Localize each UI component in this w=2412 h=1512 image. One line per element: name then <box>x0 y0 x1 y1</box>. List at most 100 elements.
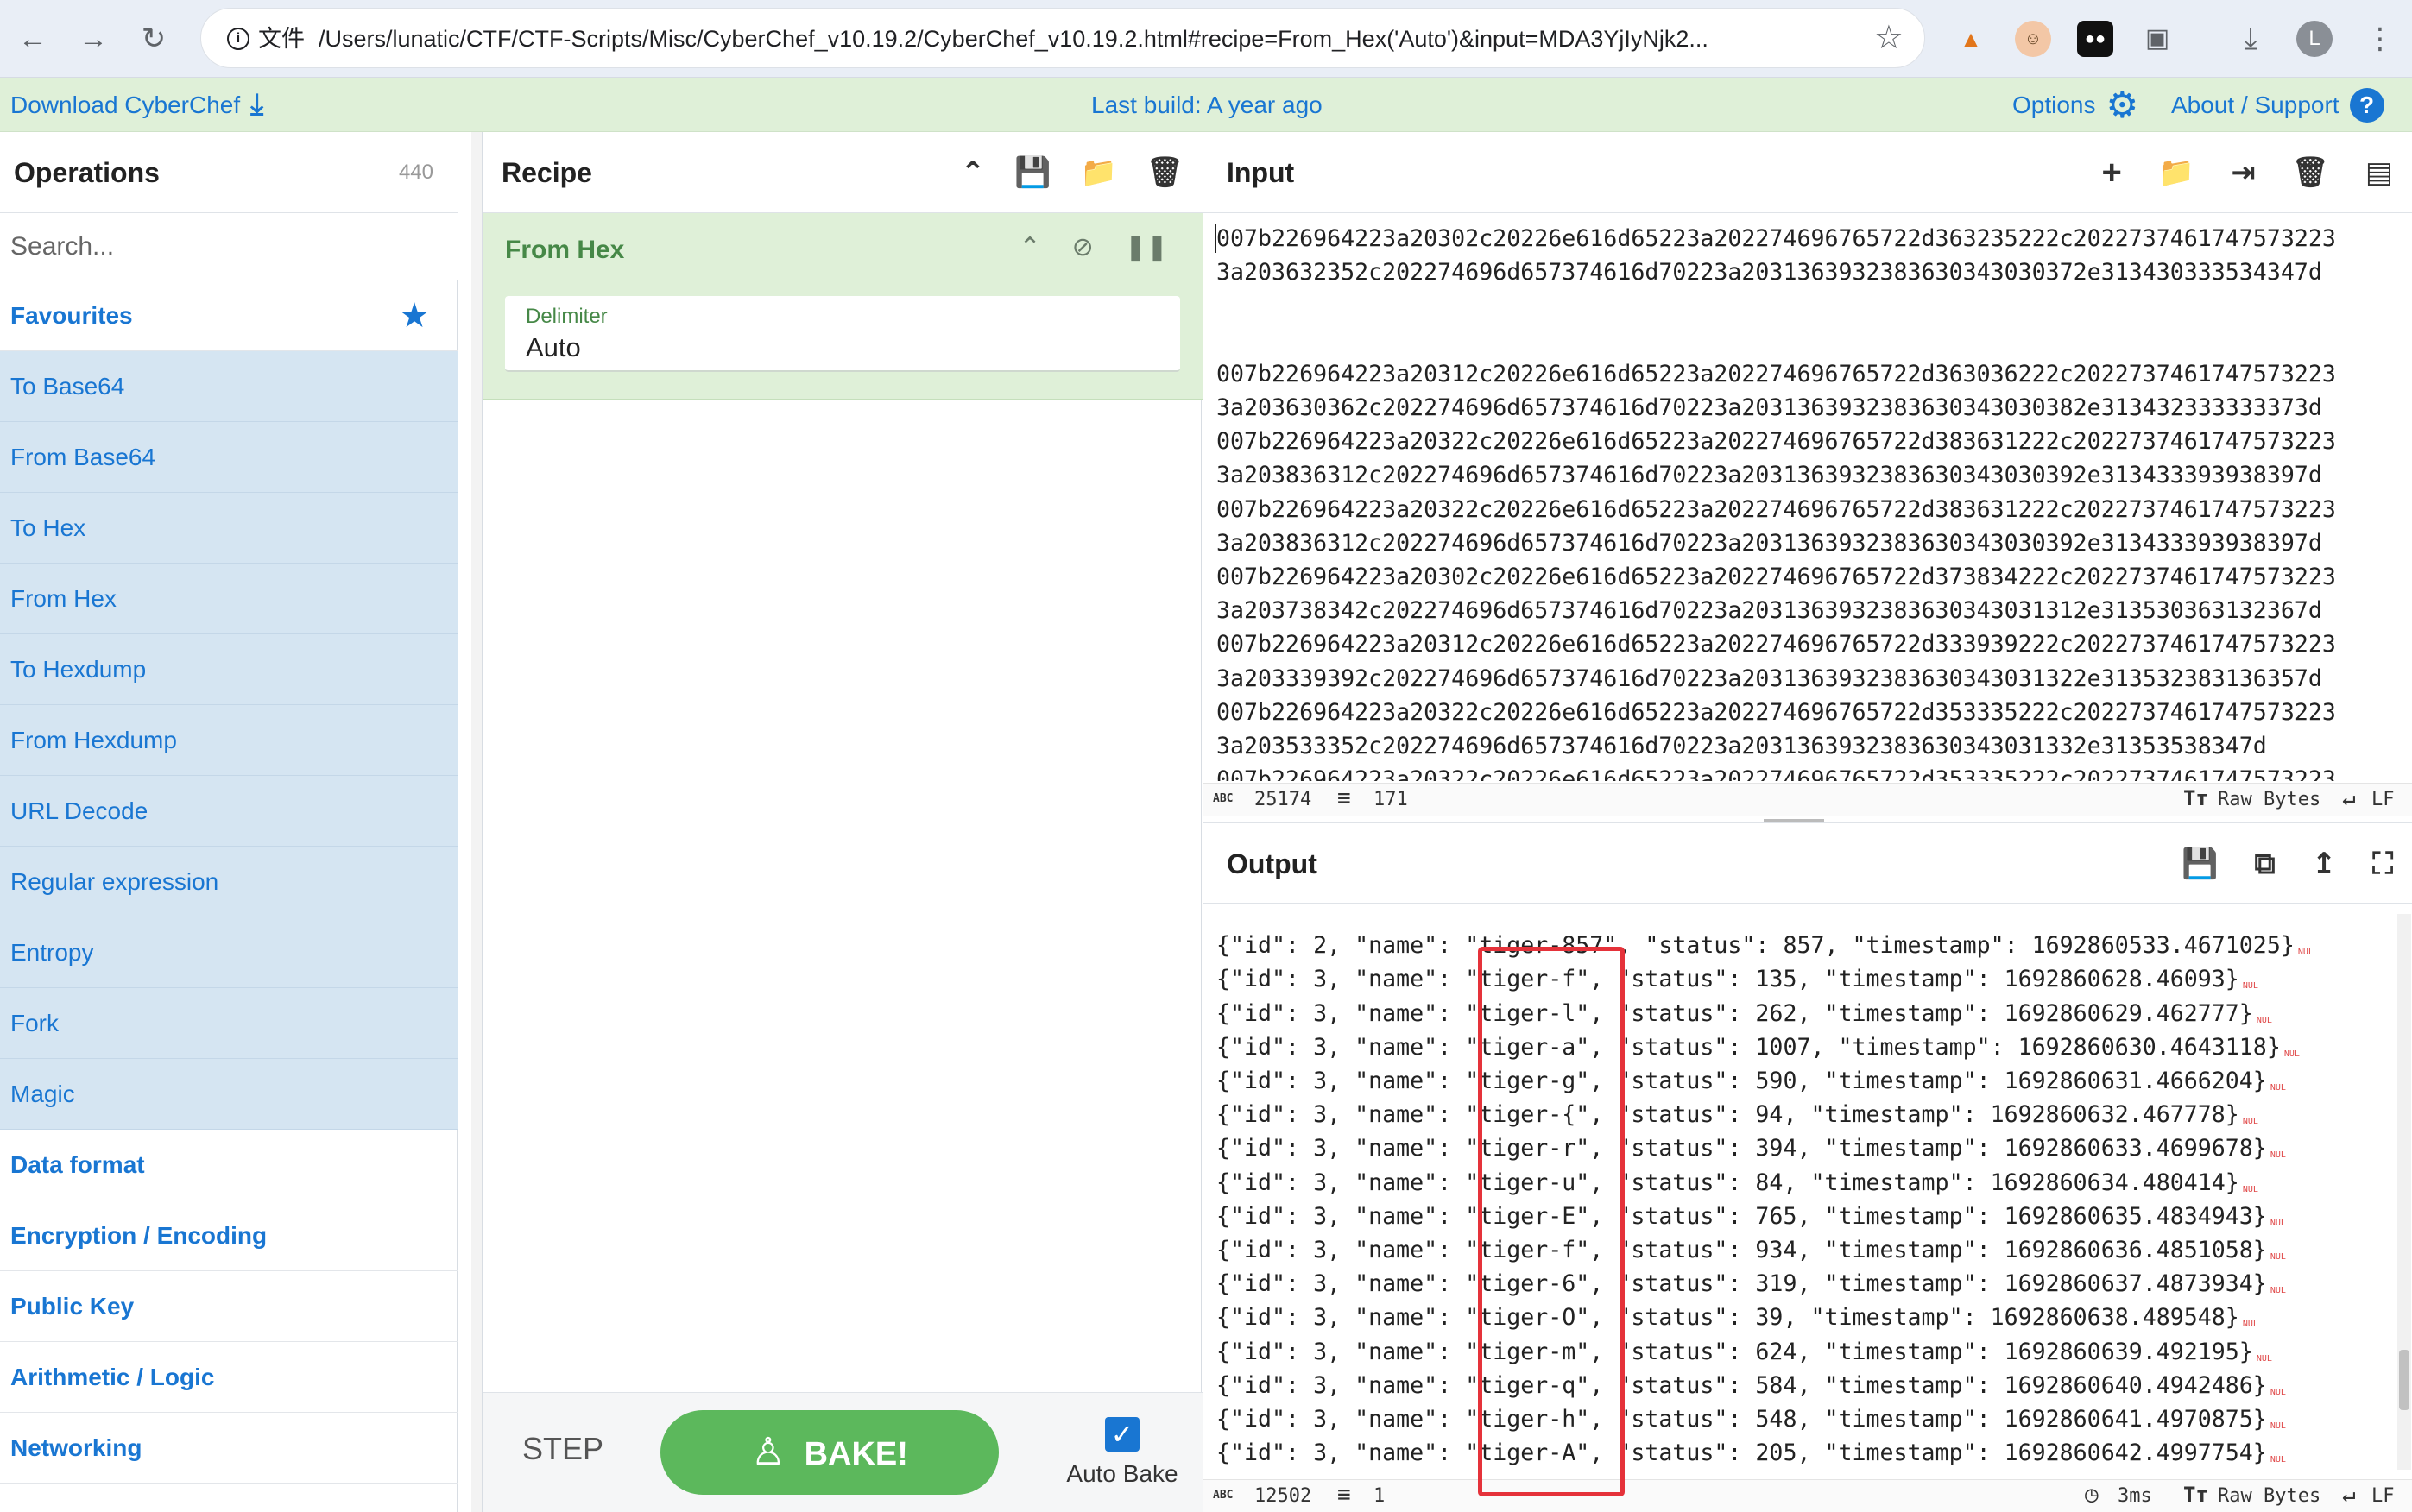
back-arrow-icon[interactable]: ← <box>9 15 57 63</box>
copy-icon[interactable]: ⧉ <box>2254 823 2275 904</box>
save-output-icon[interactable]: 💾 <box>2182 823 2218 904</box>
operation-item[interactable]: Regular expression <box>0 847 458 917</box>
input-line <box>1216 324 2399 357</box>
operation-item[interactable]: From Hex <box>0 564 458 634</box>
add-tab-icon[interactable]: + <box>2102 132 2122 213</box>
maximise-icon[interactable]: ⛶ <box>2372 823 2393 904</box>
category-public-key[interactable]: Public Key <box>0 1271 458 1342</box>
output-line: {"id": 3, "name": "tiger-h", "status": 5… <box>1216 1402 2390 1436</box>
url-text[interactable]: /Users/lunatic/CTF/CTF-Scripts/Misc/Cybe… <box>319 9 1872 69</box>
operation-item[interactable]: To Hexdump <box>0 634 458 705</box>
io-panel: Input + 📁 ⇥ 🗑 ▤ 007b226964223a20302c2022… <box>1203 132 2412 1512</box>
tampermonkey-extension-icon[interactable]: ●● <box>2077 21 2113 57</box>
disable-icon[interactable]: ⊘ <box>1072 232 1094 262</box>
input-encoding[interactable]: Raw Bytes <box>2218 789 2320 810</box>
output-eol[interactable]: LF <box>2371 1485 2395 1507</box>
category-networking[interactable]: Networking <box>0 1413 458 1484</box>
save-icon[interactable]: 💾 <box>1014 132 1051 213</box>
metamask-extension-icon[interactable]: ▲ <box>1953 21 1989 57</box>
operation-item[interactable]: From Hexdump <box>0 705 458 776</box>
operations-panel: Operations 440 Favourites ★ To Base64 Fr… <box>0 132 458 1512</box>
download-icon[interactable]: ⤓ <box>2232 21 2269 57</box>
delimiter-field[interactable]: Delimiter Auto <box>505 296 1180 372</box>
category-data-format[interactable]: Data format <box>0 1130 458 1200</box>
nul-marker: NUL <box>2283 1049 2300 1059</box>
operation-item[interactable]: From Base64 <box>0 422 458 493</box>
pause-icon[interactable]: ❚❚ <box>1125 232 1168 262</box>
operation-item[interactable]: Fork <box>0 988 458 1059</box>
about-support-button[interactable]: About / Support ? <box>2171 78 2384 132</box>
category-favourites[interactable]: Favourites ★ <box>0 280 458 351</box>
operation-item[interactable]: Entropy <box>0 917 458 988</box>
forward-arrow-icon[interactable]: → <box>69 15 117 63</box>
operation-item[interactable]: Magic <box>0 1059 458 1130</box>
input-line: 3a203630362c202274696d657374616d70223a20… <box>1216 394 2322 422</box>
output-lines: 1 <box>1373 1485 1386 1507</box>
step-button[interactable]: STEP <box>522 1431 603 1467</box>
download-cyberchef-link[interactable]: Download CyberChef ⤓ <box>10 78 263 132</box>
output-line: {"id": 3, "name": "tiger-O", "status": 3… <box>1216 1301 2390 1334</box>
output-header: Output 💾 ⧉ ↥ ⛶ <box>1203 822 2412 904</box>
output-encoding[interactable]: Raw Bytes <box>2218 1485 2320 1507</box>
output-line: {"id": 3, "name": "tiger-u", "status": 8… <box>1216 1166 2390 1200</box>
scrollbar-thumb[interactable] <box>2399 1350 2409 1410</box>
input-textarea[interactable]: 007b226964223a20302c20226e616d65223a2022… <box>1216 222 2399 781</box>
output-line-text: {"id": 3, "name": "tiger-f", "status": 9… <box>1216 1237 2267 1264</box>
nul-marker: NUL <box>2270 1387 2286 1397</box>
input-scrollbar[interactable] <box>2397 222 2411 781</box>
nul-marker: NUL <box>2242 1320 2258 1330</box>
layout-icon[interactable]: ▤ <box>2365 132 2393 213</box>
input-title: Input <box>1227 157 1295 188</box>
ops-recipe-splitter[interactable] <box>471 132 482 1512</box>
nul-marker: NUL <box>2242 981 2258 992</box>
delimiter-value[interactable]: Auto <box>526 332 581 363</box>
folder-icon[interactable]: 📁 <box>1080 132 1116 213</box>
bake-button[interactable]: ♙ BAKE! <box>660 1410 999 1495</box>
chevron-up-icon[interactable]: ⌃ <box>961 132 986 213</box>
help-icon: ? <box>2349 87 2384 123</box>
output-line-text: {"id": 3, "name": "tiger-g", "status": 5… <box>1216 1068 2267 1095</box>
output-line: {"id": 3, "name": "tiger-g", "status": 5… <box>1216 1064 2390 1098</box>
profile-avatar[interactable]: L <box>2296 21 2333 57</box>
recipe-operation-card[interactable]: From Hex ⌃ ⊘ ❚❚ Delimiter Auto <box>483 213 1203 400</box>
extensions-puzzle-icon[interactable]: ▣ <box>2139 21 2175 57</box>
operation-item[interactable]: To Hex <box>0 493 458 564</box>
search-input[interactable] <box>0 213 458 280</box>
bookmark-star-icon[interactable]: ☆ <box>1874 19 1904 57</box>
operations-search[interactable] <box>0 213 458 280</box>
output-line: {"id": 2, "name": "tiger-857", "status":… <box>1216 929 2390 962</box>
operation-item[interactable]: URL Decode <box>0 776 458 847</box>
text-encoding-icon: Tт <box>2183 786 2208 810</box>
output-scrollbar[interactable] <box>2397 914 2411 1470</box>
checkbox-checked-icon[interactable]: ✓ <box>1105 1417 1140 1452</box>
output-line: {"id": 3, "name": "tiger-a", "status": 1… <box>1216 1030 2390 1064</box>
site-info-chip[interactable]: i 文件 <box>220 21 320 57</box>
operations-title: Operations <box>14 157 160 188</box>
trash-icon[interactable]: 🗑 <box>2292 132 2329 213</box>
trash-icon[interactable]: 🗑 <box>1146 132 1184 213</box>
input-status-bar: ABC 25174 ≡ 171 Tт Raw Bytes ↵ LF <box>1203 783 2412 816</box>
options-button[interactable]: Options ⚙ <box>2012 78 2138 132</box>
about-support-label: About / Support <box>2171 91 2339 118</box>
replace-input-icon[interactable]: ↥ <box>2312 823 2337 904</box>
browser-menu-icon[interactable]: ⋮ <box>2365 19 2395 59</box>
output-title: Output <box>1227 848 1317 879</box>
reload-icon[interactable]: ↻ <box>129 15 178 63</box>
open-folder-icon[interactable]: 📁 <box>2158 132 2194 213</box>
star-icon: ★ <box>399 297 430 335</box>
open-file-icon[interactable]: ⇥ <box>2231 132 2256 213</box>
nul-marker: NUL <box>2242 1184 2258 1194</box>
output-textarea[interactable]: {"id": 2, "name": "tiger-857", "status":… <box>1216 914 2390 1470</box>
avatar-extension-icon[interactable]: ☺ <box>2015 21 2051 57</box>
category-arithmetic-logic[interactable]: Arithmetic / Logic <box>0 1342 458 1413</box>
download-cyberchef-label: Download CyberChef <box>10 91 241 118</box>
highlight-box <box>1478 947 1625 1496</box>
nul-marker: NUL <box>2270 1286 2286 1296</box>
address-bar[interactable]: i 文件 /Users/lunatic/CTF/CTF-Scripts/Misc… <box>200 8 1925 68</box>
eol-arrow-icon: ↵ <box>2342 1482 2356 1508</box>
auto-bake-toggle[interactable]: ✓ Auto Bake <box>1058 1417 1187 1488</box>
operation-item[interactable]: To Base64 <box>0 351 458 422</box>
category-encryption-encoding[interactable]: Encryption / Encoding <box>0 1200 458 1271</box>
collapse-chevron-icon[interactable]: ⌃ <box>1019 232 1040 262</box>
input-eol[interactable]: LF <box>2371 789 2395 810</box>
